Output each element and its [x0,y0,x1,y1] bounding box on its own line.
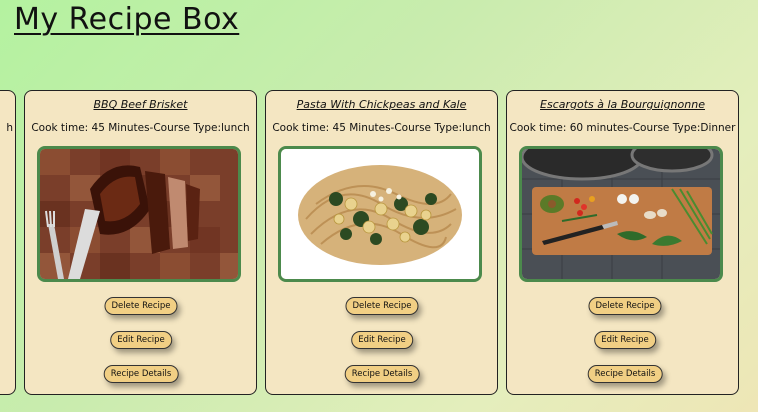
delete-recipe-button[interactable]: Delete Recipe [588,297,662,315]
recipe-name[interactable]: BBQ Beef Brisket [25,98,256,111]
recipe-name[interactable]: Pasta With Chickpeas and Kale [266,98,497,111]
recipe-card: BBQ Beef Brisket Cook time: 45 Minutes-C… [24,90,257,395]
delete-recipe-button[interactable]: Delete Recipe [104,297,178,315]
edit-recipe-button[interactable]: Edit Recipe [594,331,656,349]
edit-recipe-button[interactable]: Edit Recipe [351,331,413,349]
recipe-name[interactable]: Escargots à la Bourguignonne [507,98,738,111]
page-title: My Recipe Box [14,2,240,37]
recipe-details-button[interactable]: Recipe Details [587,365,663,383]
beef-brisket-image [37,146,241,282]
recipe-meta-fragment: h [6,122,13,134]
recipe-meta: Cook time: 45 Minutes-Course Type:lunch [31,122,250,134]
recipe-meta: Cook time: 60 minutes-Course Type:Dinner [509,122,736,134]
recipe-card: Escargots à la Bourguignonne Cook time: … [506,90,739,395]
recipe-details-button[interactable]: Recipe Details [344,365,420,383]
recipe-meta: Cook time: 45 Minutes-Course Type:lunch [272,122,491,134]
delete-recipe-button[interactable]: Delete Recipe [345,297,419,315]
vegetables-board-image [519,146,723,282]
recipe-card-partial: h [0,90,16,395]
recipe-card: Pasta With Chickpeas and Kale Cook time:… [265,90,498,395]
pasta-image [278,146,482,282]
recipe-details-button[interactable]: Recipe Details [103,365,179,383]
edit-recipe-button[interactable]: Edit Recipe [110,331,172,349]
